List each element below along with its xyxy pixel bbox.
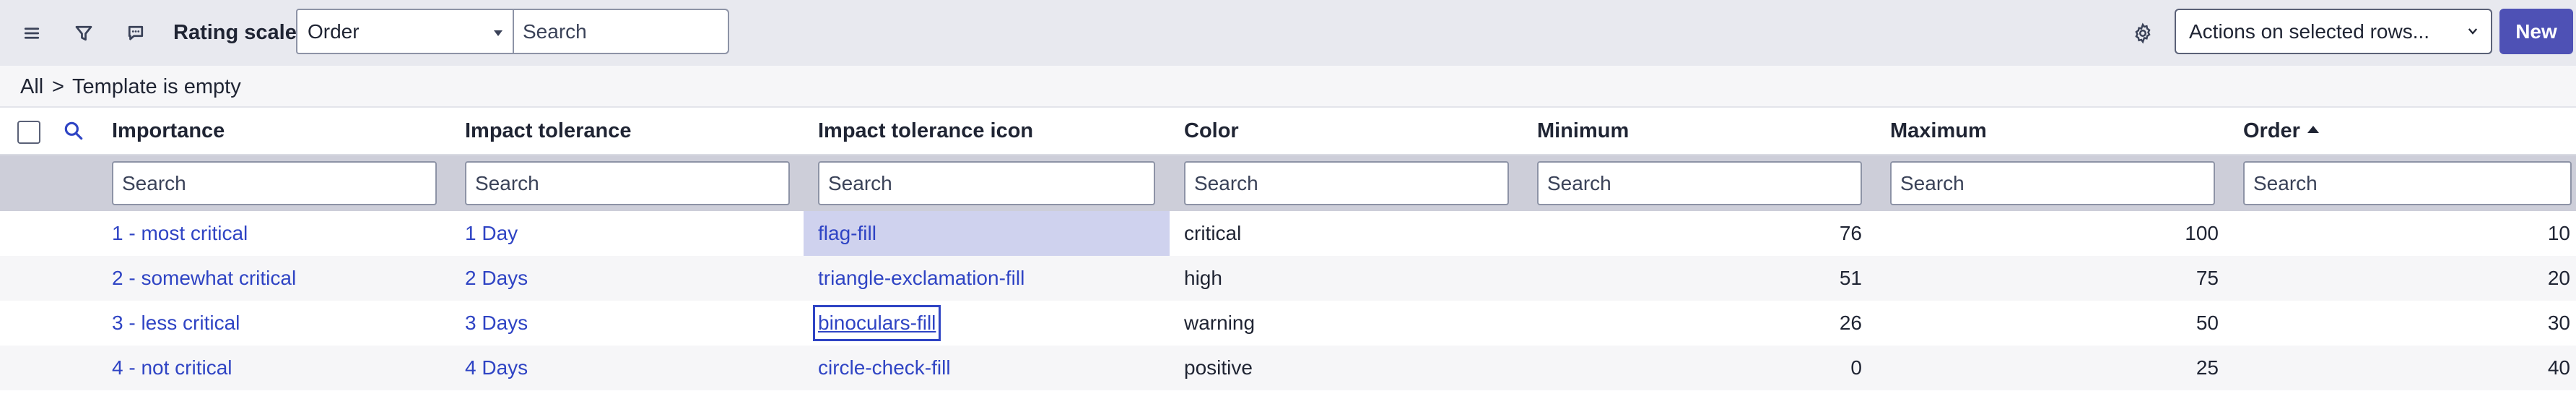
cell-color: positive	[1184, 356, 1253, 379]
cell-importance[interactable]: 4 - not critical	[112, 346, 232, 390]
cell-maximum: 75	[2196, 267, 2219, 289]
actions-select-label: Actions on selected rows...	[2189, 20, 2430, 43]
table-row: 2 - somewhat critical 2 Days triangle-ex…	[0, 256, 2576, 301]
cell-impact-tolerance-icon[interactable]: binoculars-fill	[812, 301, 941, 346]
breadcrumb: All > Template is empty	[0, 66, 2576, 108]
chevron-down-icon	[2468, 28, 2478, 35]
gear-icon[interactable]	[2128, 19, 2157, 48]
filter-color-input[interactable]	[1184, 161, 1509, 205]
cell-icon-value-focused[interactable]: binoculars-fill	[812, 305, 941, 341]
cell-order: 40	[2547, 356, 2570, 379]
column-header-impact-tolerance[interactable]: Impact tolerance	[465, 117, 631, 145]
column-filter-row	[0, 155, 2576, 211]
actions-on-selected-rows-select[interactable]: Actions on selected rows...	[2175, 9, 2492, 54]
filter-impact-tolerance-icon-input[interactable]	[818, 161, 1155, 205]
search-field-select-value: Order	[308, 20, 360, 43]
cell-order: 20	[2547, 267, 2570, 289]
filter-order-input[interactable]	[2243, 161, 2572, 205]
cell-icon-value[interactable]: flag-fill	[818, 222, 876, 244]
cell-minimum: 26	[1839, 312, 1862, 334]
column-header-color[interactable]: Color	[1184, 117, 1239, 145]
cell-impact-tolerance-icon[interactable]: flag-fill	[804, 211, 1170, 256]
cell-color: critical	[1184, 222, 1242, 244]
breadcrumb-condition[interactable]: Template is empty	[72, 74, 241, 100]
list-toolbar: Rating scales Order Actions on selected …	[0, 0, 2576, 66]
list-search-input[interactable]	[513, 9, 729, 54]
filter-minimum-input[interactable]	[1537, 161, 1862, 205]
table-row: 4 - not critical 4 Days circle-check-fil…	[0, 346, 2576, 390]
filter-importance-input[interactable]	[112, 161, 437, 205]
table-header: Importance Impact tolerance Impact toler…	[0, 108, 2576, 155]
table-row: 3 - less critical 3 Days binoculars-fill…	[0, 301, 2576, 346]
search-field-select[interactable]: Order	[296, 9, 514, 54]
column-header-importance[interactable]: Importance	[112, 117, 225, 145]
comment-bubble-icon[interactable]	[121, 19, 150, 48]
cell-color: high	[1184, 267, 1222, 289]
breadcrumb-separator: >	[52, 75, 64, 98]
cell-maximum: 50	[2196, 312, 2219, 334]
hamburger-menu-icon[interactable]	[17, 19, 46, 48]
table-row: 1 - most critical 1 Day flag-fill critic…	[0, 211, 2576, 256]
column-header-order[interactable]: Order	[2243, 117, 2319, 145]
column-header-minimum[interactable]: Minimum	[1537, 117, 1629, 145]
select-all-checkbox[interactable]	[17, 121, 40, 144]
cell-importance[interactable]: 3 - less critical	[112, 301, 240, 346]
cell-importance[interactable]: 1 - most critical	[112, 211, 248, 256]
cell-impact-tolerance-icon[interactable]: circle-check-fill	[818, 346, 951, 390]
cell-impact-tolerance[interactable]: 2 Days	[465, 256, 528, 301]
filter-maximum-input[interactable]	[1890, 161, 2215, 205]
new-button[interactable]: New	[2499, 9, 2573, 54]
cell-impact-tolerance-icon[interactable]: triangle-exclamation-fill	[818, 256, 1024, 301]
search-icon[interactable]	[62, 119, 85, 142]
cell-color: warning	[1184, 312, 1256, 334]
column-header-maximum[interactable]: Maximum	[1890, 117, 1987, 145]
caret-down-icon	[494, 30, 502, 36]
cell-impact-tolerance[interactable]: 1 Day	[465, 211, 518, 256]
cell-minimum: 51	[1839, 267, 1862, 289]
cell-minimum: 0	[1850, 356, 1862, 379]
cell-impact-tolerance[interactable]: 4 Days	[465, 346, 528, 390]
breadcrumb-all[interactable]: All	[20, 74, 43, 100]
cell-order: 10	[2547, 222, 2570, 244]
cell-importance[interactable]: 2 - somewhat critical	[112, 256, 296, 301]
cell-order: 30	[2547, 312, 2570, 334]
list-title: Rating scales	[173, 21, 308, 44]
cell-maximum: 25	[2196, 356, 2219, 379]
filter-funnel-icon[interactable]	[69, 19, 98, 48]
column-header-order-label: Order	[2243, 119, 2300, 142]
sort-ascending-icon	[2307, 126, 2319, 133]
column-header-impact-tolerance-icon[interactable]: Impact tolerance icon	[818, 117, 1033, 145]
cell-impact-tolerance[interactable]: 3 Days	[465, 301, 528, 346]
filter-impact-tolerance-input[interactable]	[465, 161, 790, 205]
cell-minimum: 76	[1839, 222, 1862, 244]
cell-maximum: 100	[2185, 222, 2219, 244]
